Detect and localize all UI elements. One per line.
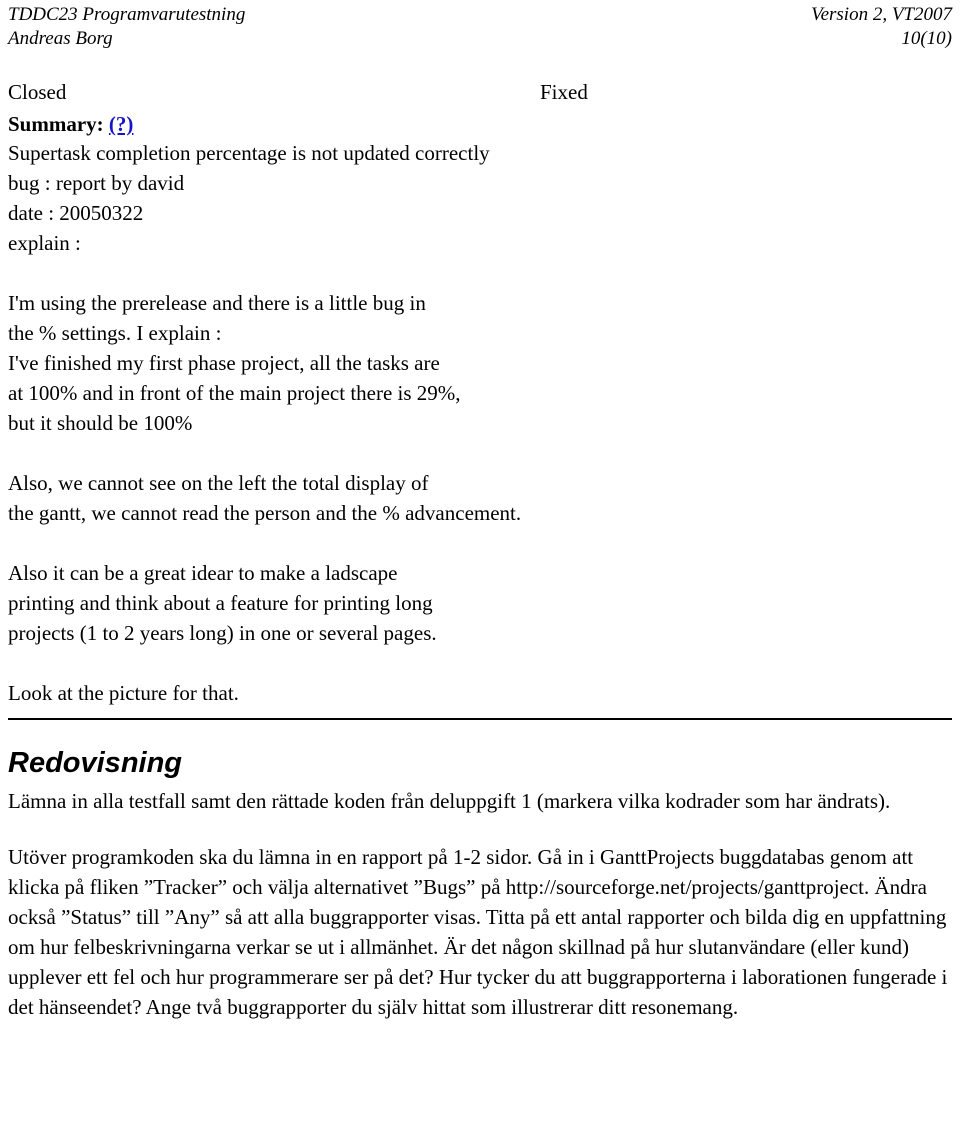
paragraph-line: Also it can be a great idear to make a l… bbox=[8, 561, 398, 585]
header-row-2: Andreas Borg 10(10) bbox=[8, 27, 952, 51]
paragraph-line: but it should be 100% bbox=[8, 411, 193, 435]
bug-paragraph-1: I'm using the prerelease and there is a … bbox=[8, 288, 952, 438]
bug-status: Closed bbox=[8, 80, 67, 104]
redovisning-paragraph-1: Lämna in alla testfall samt den rättade … bbox=[8, 789, 891, 813]
bug-date-line: date : 20050322 bbox=[8, 201, 144, 225]
bug-report-body: Supertask completion percentage is not u… bbox=[8, 138, 952, 708]
author-name: Andreas Borg bbox=[8, 28, 113, 49]
summary-label: Summary: bbox=[8, 112, 104, 136]
paragraph-line: the % settings. I explain : bbox=[8, 321, 222, 345]
bug-reporter-line: bug : report by david bbox=[8, 171, 185, 195]
bug-status-row: Closed Fixed bbox=[8, 79, 952, 105]
bug-summary-text: Supertask completion percentage is not u… bbox=[8, 138, 952, 258]
document-page: TDDC23 Programvarutestning Version 2, VT… bbox=[0, 0, 960, 1124]
bug-summary-header: Summary: (?) bbox=[8, 111, 952, 138]
paragraph-line: I've finished my first phase project, al… bbox=[8, 351, 440, 375]
section-heading-redovisning: Redovisning bbox=[8, 747, 183, 779]
summary-text-line: Supertask completion percentage is not u… bbox=[8, 141, 490, 165]
bug-paragraph-4: Look at the picture for that. bbox=[8, 681, 239, 705]
page-number: 10(10) bbox=[901, 28, 952, 49]
section-divider bbox=[8, 718, 952, 720]
bug-paragraph-2: Also, we cannot see on the left the tota… bbox=[8, 468, 952, 528]
redovisning-paragraph-2: Utöver programkoden ska du lämna in en r… bbox=[8, 845, 948, 1019]
bug-paragraph-3: Also it can be a great idear to make a l… bbox=[8, 558, 952, 648]
paragraph-line: at 100% and in front of the main project… bbox=[8, 381, 461, 405]
paragraph-line: the gantt, we cannot read the person and… bbox=[8, 501, 522, 525]
summary-help-link[interactable]: (?) bbox=[109, 112, 134, 136]
bug-resolution: Fixed bbox=[540, 80, 588, 104]
header-row-1: TDDC23 Programvarutestning Version 2, VT… bbox=[8, 3, 952, 27]
paragraph-line: projects (1 to 2 years long) in one or s… bbox=[8, 621, 437, 645]
paragraph-line: printing and think about a feature for p… bbox=[8, 591, 433, 615]
paragraph-line: I'm using the prerelease and there is a … bbox=[8, 291, 426, 315]
paragraph-line: Also, we cannot see on the left the tota… bbox=[8, 471, 429, 495]
version-label: Version 2, VT2007 bbox=[811, 4, 952, 25]
bug-explain-line: explain : bbox=[8, 231, 81, 255]
course-title: TDDC23 Programvarutestning bbox=[8, 4, 246, 25]
document-header: TDDC23 Programvarutestning Version 2, VT… bbox=[8, 0, 952, 51]
